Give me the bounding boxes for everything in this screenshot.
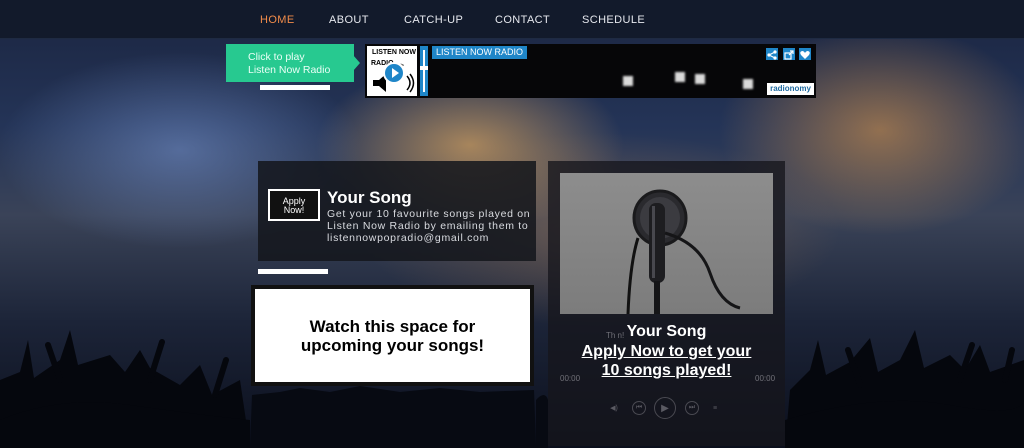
- top-navigation-bar: HOME ABOUT CATCH-UP CONTACT SCHEDULE: [0, 0, 1024, 39]
- microphone-image: [560, 173, 773, 314]
- volume-icon[interactable]: ◀): [608, 402, 620, 414]
- station-name-label: LISTEN NOW RADIO: [432, 46, 528, 59]
- your-song-player-card: Th n! Your Song Apply Now to get your 10…: [548, 161, 785, 446]
- apply-link-line1: Apply Now to get your: [581, 343, 752, 360]
- your-song-apply-card: Apply Now! Your Song Get your 10 favouri…: [258, 161, 536, 261]
- song-card-title: Your Song: [626, 323, 707, 340]
- next-track-icon[interactable]: ⏭: [685, 401, 699, 415]
- previous-track-icon[interactable]: ⏮: [632, 401, 646, 415]
- heart-icon[interactable]: [799, 48, 811, 60]
- radio-player-widget: LISTEN NOW RADIO Hits LISTEN NOW RADIO r…: [365, 44, 816, 98]
- watch-this-space-box: Watch this space for upcoming your songs…: [251, 285, 534, 386]
- stage-light: [743, 79, 753, 89]
- play-icon[interactable]: ▶: [654, 397, 676, 419]
- microphone-icon: [626, 189, 741, 314]
- nav-item-home[interactable]: HOME: [260, 14, 295, 26]
- nav-item-contact[interactable]: CONTACT: [495, 14, 550, 26]
- click-to-play-prompt[interactable]: Click to play Listen Now Radio: [226, 44, 354, 82]
- card-title: Your Song: [327, 188, 412, 207]
- station-logo: LISTEN NOW RADIO Hits: [367, 46, 417, 96]
- play-prompt-line1: Click to play: [248, 51, 305, 63]
- apply-now-link[interactable]: Apply Now to get your 10 songs played!: [548, 342, 785, 380]
- nav-item-about[interactable]: ABOUT: [329, 14, 369, 26]
- apply-now-button[interactable]: Apply Now!: [268, 189, 320, 221]
- prompt-arrow-icon: [353, 55, 360, 71]
- nav-item-schedule[interactable]: SCHEDULE: [582, 14, 645, 26]
- logo-line1: LISTEN NOW: [372, 49, 416, 56]
- watch-line2: upcoming your songs!: [300, 335, 485, 355]
- playlist-icon[interactable]: ≡: [709, 402, 721, 414]
- play-icon[interactable]: [383, 62, 405, 84]
- stage-light: [675, 72, 685, 82]
- volume-slider[interactable]: [420, 46, 428, 96]
- card-description: Get your 10 favourite songs played on Li…: [327, 208, 531, 244]
- stage-light: [695, 74, 705, 84]
- watch-line1: Watch this space for: [309, 316, 476, 336]
- time-start: 00:00: [560, 374, 581, 383]
- stage-light: [623, 76, 633, 86]
- nav-item-catch-up[interactable]: CATCH-UP: [404, 14, 463, 26]
- apply-link-line2: 10 songs played!: [601, 362, 732, 379]
- time-end: 00:00: [755, 374, 776, 383]
- divider-bar: [258, 269, 328, 274]
- play-prompt-line2: Listen Now Radio: [248, 64, 331, 76]
- divider-bar: [260, 85, 330, 90]
- popup-icon[interactable]: [783, 48, 795, 60]
- share-icon[interactable]: [766, 48, 778, 60]
- radionomy-logo[interactable]: radionomy: [767, 83, 814, 95]
- apply-button-line2: Now!: [283, 205, 305, 215]
